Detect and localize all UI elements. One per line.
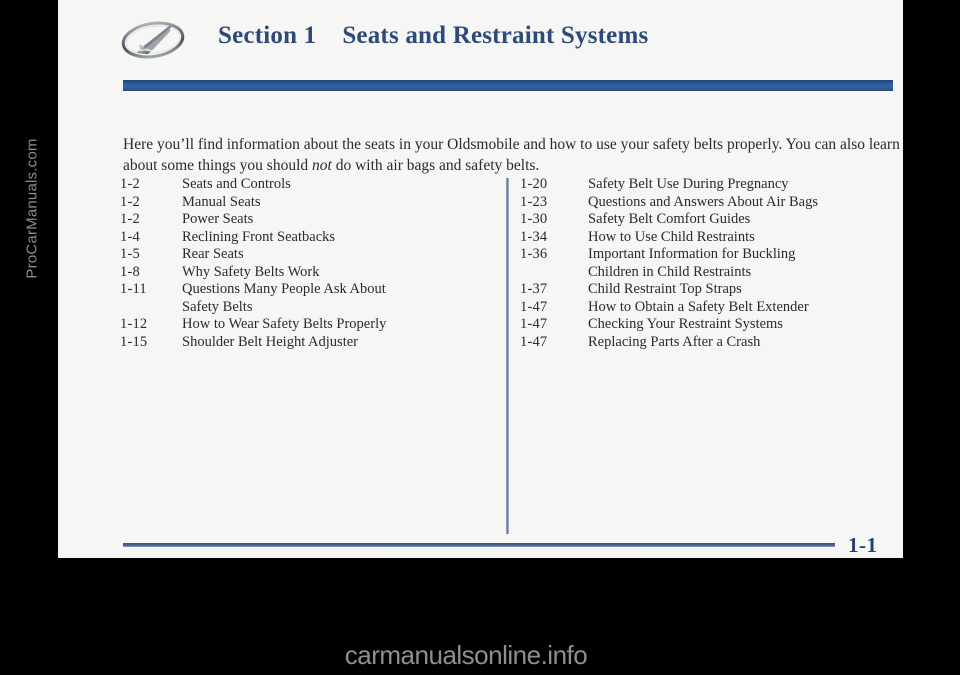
column-divider xyxy=(506,178,509,534)
toc-entry-page: 1-4 xyxy=(120,228,140,245)
intro-text-after: do with air bags and safety belts. xyxy=(331,156,540,174)
toc-entry-title: Questions Many People Ask About xyxy=(182,281,386,297)
toc-entry-title: Safety Belts xyxy=(182,298,253,315)
toc-entry[interactable]: 1-2 Power Seats xyxy=(120,211,490,229)
toc-entry-title: Important Information for Buckling xyxy=(588,246,796,262)
toc-entry-page: 1-2 xyxy=(120,211,140,227)
toc-entry-page: 1-20 xyxy=(520,176,548,192)
page-header: Section 1 Seats and Restraint Systems xyxy=(58,18,903,64)
page-number: 1-1 xyxy=(848,533,878,557)
toc-entry-page: 1-47 xyxy=(520,333,548,350)
toc-entry[interactable]: 1-2 Seats and Controls xyxy=(120,176,490,194)
toc-entry-title: How to Wear Safety Belts Properly xyxy=(182,316,387,332)
page-title: Section 1 Seats and Restraint Systems xyxy=(218,22,648,50)
toc-entry-title: Power Seats xyxy=(182,211,254,227)
toc-entry-page: 1-12 xyxy=(120,316,148,332)
toc-entry-page: 1-15 xyxy=(120,333,148,350)
intro-paragraph: Here you’ll find information about the s… xyxy=(123,134,901,176)
section-number: Section 1 xyxy=(218,22,317,49)
toc-entry[interactable]: 1-34 How to Use Child Restraints xyxy=(520,229,895,247)
toc-entry[interactable]: 1-36 Important Information for Buckling xyxy=(520,246,895,264)
toc-column-right: 1-20 Safety Belt Use During Pregnancy 1-23… xyxy=(520,176,895,351)
toc-entry-title: How to Obtain a Safety Belt Extender xyxy=(588,298,809,315)
toc-entry[interactable]: 1-37 Child Restraint Top Straps xyxy=(520,281,895,299)
toc-entry-title: Questions and Answers About Air Bags xyxy=(588,193,818,210)
toc-entry-title: Children in Child Restraints xyxy=(588,263,752,280)
toc-entry[interactable]: 1-30 Safety Belt Comfort Guides xyxy=(520,211,895,229)
toc-entry-page: 1-11 xyxy=(120,281,147,297)
toc-entry-title: Checking Your Restraint Systems xyxy=(588,316,783,332)
toc-entry[interactable]: 1-2 Manual Seats xyxy=(120,194,490,212)
toc-entry[interactable]: 1-8 Why Safety Belts Work xyxy=(120,264,490,282)
toc-entry-page: 1-37 xyxy=(520,281,548,297)
toc-entry-page: 1-36 xyxy=(520,246,548,262)
toc-column-left: 1-2 Seats and Controls 1-2 Manual Seats 1-2 P… xyxy=(120,176,490,351)
toc-entry[interactable]: 1-15 Shoulder Belt Height Adjuster xyxy=(120,334,490,352)
toc-entry[interactable]: Safety Belts xyxy=(120,299,490,317)
toc-entry-title: Shoulder Belt Height Adjuster xyxy=(182,333,358,350)
toc-entry-page: 1-30 xyxy=(520,211,548,227)
toc-entry[interactable]: 1-23 Questions and Answers About Air Bags xyxy=(520,194,895,212)
header-divider-bar xyxy=(123,80,893,91)
scanned-page: Section 1 Seats and Restraint Systems Her… xyxy=(58,0,903,558)
toc-entry-title: Safety Belt Comfort Guides xyxy=(588,211,751,227)
toc-entry[interactable]: Children in Child Restraints xyxy=(520,264,895,282)
footer-divider-rule xyxy=(123,543,835,547)
toc-entry-title: Child Restraint Top Straps xyxy=(588,281,742,297)
toc-entry-title: Rear Seats xyxy=(182,246,244,262)
toc-entry-page: 1-47 xyxy=(520,316,548,332)
bottom-watermark: carmanualsonline.info xyxy=(344,640,588,670)
toc-entry-title: Safety Belt Use During Pregnancy xyxy=(588,176,789,192)
section-title-text: Seats and Restraint Systems xyxy=(342,22,649,49)
toc-entry-title: Why Safety Belts Work xyxy=(182,263,320,280)
side-watermark: ProCarManuals.com xyxy=(23,138,41,279)
toc-entry-page: 1-47 xyxy=(520,298,548,315)
toc-entry-page: 1-2 xyxy=(120,193,140,210)
toc-entry-title: Manual Seats xyxy=(182,193,261,210)
toc-entry[interactable]: 1-5 Rear Seats xyxy=(120,246,490,264)
toc-entry-page: 1-23 xyxy=(520,193,548,210)
toc-entry-title: Reclining Front Seatbacks xyxy=(182,228,336,245)
toc-entry[interactable]: 1-12 How to Wear Safety Belts Properly xyxy=(120,316,490,334)
toc-entry-page: 1-5 xyxy=(120,246,140,262)
toc-entry-page: 1-34 xyxy=(520,228,548,245)
toc-entry-title: Seats and Controls xyxy=(182,176,291,192)
toc-entry[interactable]: 1-20 Safety Belt Use During Pregnancy xyxy=(520,176,895,194)
toc-entry[interactable]: 1-11 Questions Many People Ask About xyxy=(120,281,490,299)
toc-entry-title: How to Use Child Restraints xyxy=(588,228,755,245)
toc-entry[interactable]: 1-47 How to Obtain a Safety Belt Extender xyxy=(520,299,895,317)
toc-entry-page: 1-8 xyxy=(120,263,140,280)
toc-entry[interactable]: 1-47 Replacing Parts After a Crash xyxy=(520,334,895,352)
oldsmobile-rocket-logo xyxy=(120,20,186,60)
toc-entry-title: Replacing Parts After a Crash xyxy=(588,333,761,350)
table-of-contents: 1-2 Seats and Controls 1-2 Manual Seats 1-2 P… xyxy=(58,176,903,536)
toc-entry-page: 1-2 xyxy=(120,176,140,192)
intro-emphasis: not xyxy=(312,156,332,174)
toc-entry[interactable]: 1-47 Checking Your Restraint Systems xyxy=(520,316,895,334)
toc-entry[interactable]: 1-4 Reclining Front Seatbacks xyxy=(120,229,490,247)
